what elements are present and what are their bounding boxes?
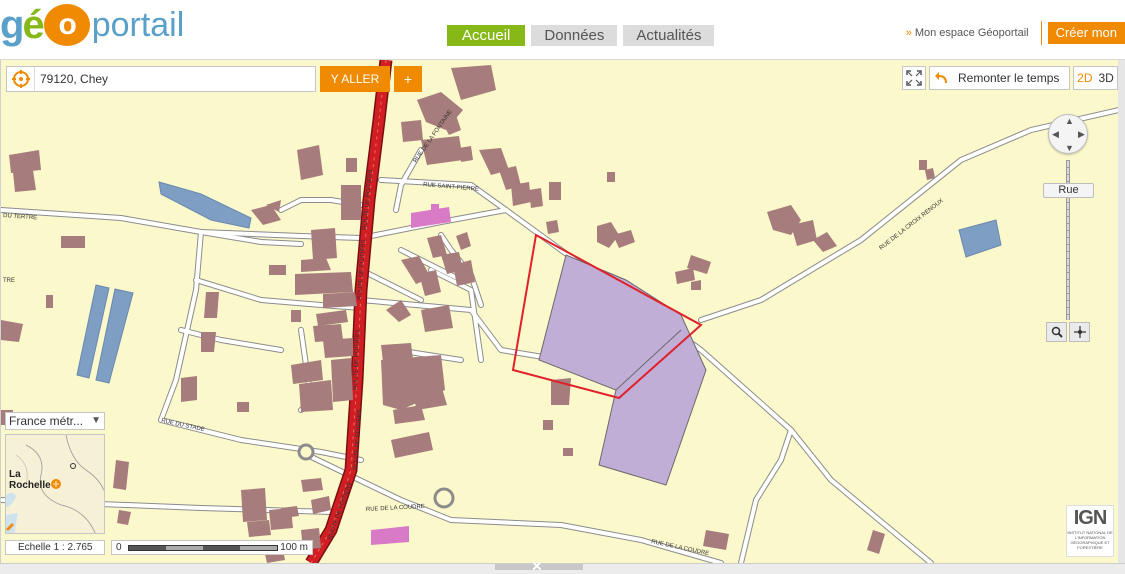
- ign-logo[interactable]: IGN INSTITUT NATIONAL DE L'INFORMATION G…: [1066, 505, 1114, 557]
- logo-letter-g: g: [0, 3, 24, 47]
- pan-left-icon[interactable]: ◀: [1052, 129, 1059, 140]
- label-du-tertre: DU TERTRE: [3, 213, 37, 221]
- pan-down-icon[interactable]: ▼: [1065, 143, 1074, 153]
- crosshair-icon: [1073, 326, 1086, 338]
- logo-word-portail: portail: [91, 6, 185, 44]
- pan-up-icon[interactable]: ▲: [1065, 116, 1074, 126]
- geoportail-app: g é o portail Accueil Données Actualités » M…: [0, 0, 1125, 574]
- mon-espace-label: Mon espace Géoportail: [914, 27, 1029, 39]
- label-coudre-1: RUE DE LA COUDRE: [366, 504, 425, 513]
- header-bar: g é o portail Accueil Données Actualités » M…: [0, 0, 1125, 60]
- svg-text:✛: ✛: [53, 480, 60, 489]
- center-button[interactable]: [1069, 322, 1090, 342]
- label-tre: TRE: [3, 278, 15, 284]
- geoportail-logo[interactable]: g é o portail: [0, 2, 184, 48]
- bottom-panel-handle[interactable]: ✕: [0, 558, 1125, 574]
- create-account-button[interactable]: Créer mon: [1047, 22, 1125, 44]
- dropdown-arrow-icon: ▼: [91, 415, 101, 426]
- magnifier-icon: [1051, 326, 1063, 338]
- ign-subtitle: INSTITUT NATIONAL DE L'INFORMATION GÉOGR…: [1067, 530, 1113, 550]
- back-arrow-icon: [930, 71, 954, 85]
- main-nav: Accueil Données Actualités: [447, 25, 715, 46]
- map-canvas[interactable]: DU TERTRE TRE RUE DE LA FONTAINE RUE SAI…: [1, 60, 1118, 563]
- fullscreen-icon: [906, 70, 922, 86]
- fullscreen-button[interactable]: [902, 66, 926, 90]
- tab-actualites[interactable]: Actualités: [623, 25, 715, 46]
- remonter-le-temps-button[interactable]: Remonter le temps: [929, 66, 1070, 90]
- scale-end-label: 100 m: [280, 542, 308, 553]
- scale-ratio: Echelle 1 : 2.765: [5, 540, 105, 555]
- zoom-level-label[interactable]: Rue: [1043, 183, 1094, 198]
- tab-accueil[interactable]: Accueil: [447, 25, 526, 46]
- logo-letter-o: o: [43, 4, 90, 46]
- logo-letter-e: é: [22, 3, 44, 47]
- overview-place-label: La Rochelle: [9, 469, 51, 491]
- zoom-tools: [1046, 322, 1090, 342]
- chevron-right-icon: »: [905, 27, 912, 39]
- remonter-le-temps-label: Remonter le temps: [958, 71, 1060, 85]
- mon-espace-link[interactable]: » Mon espace Géoportail: [906, 21, 1042, 45]
- map-view[interactable]: DU TERTRE TRE RUE DE LA FONTAINE RUE SAI…: [0, 60, 1118, 563]
- view-3d-button[interactable]: 3D: [1099, 71, 1114, 85]
- zoom-box-button[interactable]: [1046, 322, 1067, 342]
- user-links: » Mon espace Géoportail Créer mon: [906, 21, 1125, 45]
- locate-icon[interactable]: [7, 67, 35, 91]
- right-scroll-strip: [1118, 60, 1125, 563]
- pan-right-icon[interactable]: ▶: [1078, 129, 1085, 140]
- tab-donnees[interactable]: Données: [531, 25, 618, 46]
- overview-map[interactable]: ✛ La Rochelle: [5, 434, 105, 534]
- scale-bar: 0 100 m: [111, 540, 313, 555]
- go-button[interactable]: Y ALLER: [320, 66, 390, 92]
- plus-button[interactable]: +: [394, 66, 422, 92]
- view-toggle: 2D 3D: [1073, 66, 1118, 90]
- scale-start-label: 0: [116, 542, 122, 553]
- territory-select[interactable]: France métr... ▼: [5, 412, 105, 430]
- search-box: [6, 66, 316, 92]
- label-stade: RUE DU STADE: [161, 418, 206, 433]
- view-2d-button[interactable]: 2D: [1077, 71, 1092, 85]
- territory-value: France métr...: [9, 414, 84, 428]
- close-icon[interactable]: ✕: [531, 558, 543, 574]
- search-input[interactable]: [35, 68, 305, 90]
- pan-control[interactable]: ▲ ▼ ◀ ▶: [1048, 114, 1088, 154]
- label-croix-renoux: RUE DE LA CROIX RENOUX: [879, 198, 945, 252]
- scale-line: [128, 545, 278, 551]
- ign-mark: IGN: [1073, 507, 1108, 529]
